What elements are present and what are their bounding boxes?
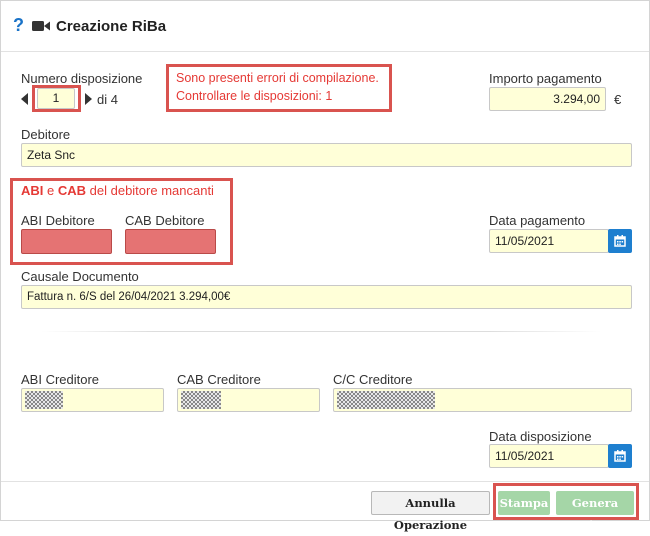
abi-creditore-input[interactable] <box>21 388 164 412</box>
abi-creditore-masked-value <box>25 391 63 409</box>
cab-creditore-input[interactable] <box>177 388 320 412</box>
section-divider <box>41 331 601 332</box>
debitore-input[interactable]: Zeta Snc <box>21 143 632 167</box>
numero-disposizione-label: Numero disposizione <box>21 71 143 86</box>
cab-debitore-label: CAB Debitore <box>125 213 205 228</box>
abi-debitore-input[interactable] <box>21 229 112 254</box>
abi-creditore-label: ABI Creditore <box>21 372 100 387</box>
data-disposizione-input[interactable]: 11/05/2021 <box>489 444 609 468</box>
stampa-button[interactable]: Stampa <box>498 491 550 515</box>
error-line-2: Controllare le disposizioni: 1 <box>176 89 333 103</box>
dialog-title: Creazione RiBa <box>56 18 167 35</box>
cc-creditore-input[interactable] <box>333 388 632 412</box>
data-disposizione-label: Data disposizione <box>489 429 592 444</box>
causale-label: Causale Documento <box>21 269 139 284</box>
calendar-icon[interactable] <box>608 444 632 468</box>
cc-creditore-label: C/C Creditore <box>333 372 413 387</box>
help-icon[interactable]: ? <box>13 15 24 35</box>
currency-symbol: € <box>614 92 622 107</box>
next-arrow-icon[interactable] <box>85 93 92 105</box>
missing-text: del debitore mancanti <box>86 183 214 198</box>
footer-divider <box>1 481 649 482</box>
previous-arrow-icon[interactable] <box>21 93 28 105</box>
dialog-header: ? Creazione RiBa <box>1 1 649 52</box>
riba-dialog: ? Creazione RiBa Numero disposizione 1 d… <box>0 0 650 532</box>
video-camera-icon[interactable] <box>32 20 50 32</box>
cab-debitore-input[interactable] <box>125 229 216 254</box>
cab-creditore-label: CAB Creditore <box>177 372 261 387</box>
debitore-label: Debitore <box>21 127 71 142</box>
and-word: e <box>43 183 58 198</box>
importo-input[interactable]: 3.294,00 <box>489 87 606 111</box>
data-pagamento-input[interactable]: 11/05/2021 <box>489 229 609 253</box>
importo-label: Importo pagamento <box>489 71 602 86</box>
numero-disposizione-input[interactable]: 1 <box>37 88 75 109</box>
abi-word: ABI <box>21 183 44 198</box>
annulla-operazione-button[interactable]: Annulla Operazione <box>371 491 490 532</box>
error-line-1: Sono presenti errori di compilazione. <box>176 71 379 85</box>
numero-disposizione-total: di 4 <box>97 92 118 107</box>
calendar-icon[interactable] <box>608 229 632 253</box>
cab-creditore-masked-value <box>181 391 221 409</box>
cab-word: CAB <box>57 183 87 198</box>
abi-debitore-label: ABI Debitore <box>21 213 95 228</box>
genera-riba-button[interactable]: Genera RiBa <box>556 491 634 532</box>
causale-input[interactable]: Fattura n. 6/S del 26/04/2021 3.294,00€ <box>21 285 632 309</box>
data-pagamento-label: Data pagamento <box>489 213 586 228</box>
abi-cab-error-message: ABI e CAB del debitore mancanti <box>21 182 214 200</box>
cc-creditore-masked-value <box>337 391 435 409</box>
